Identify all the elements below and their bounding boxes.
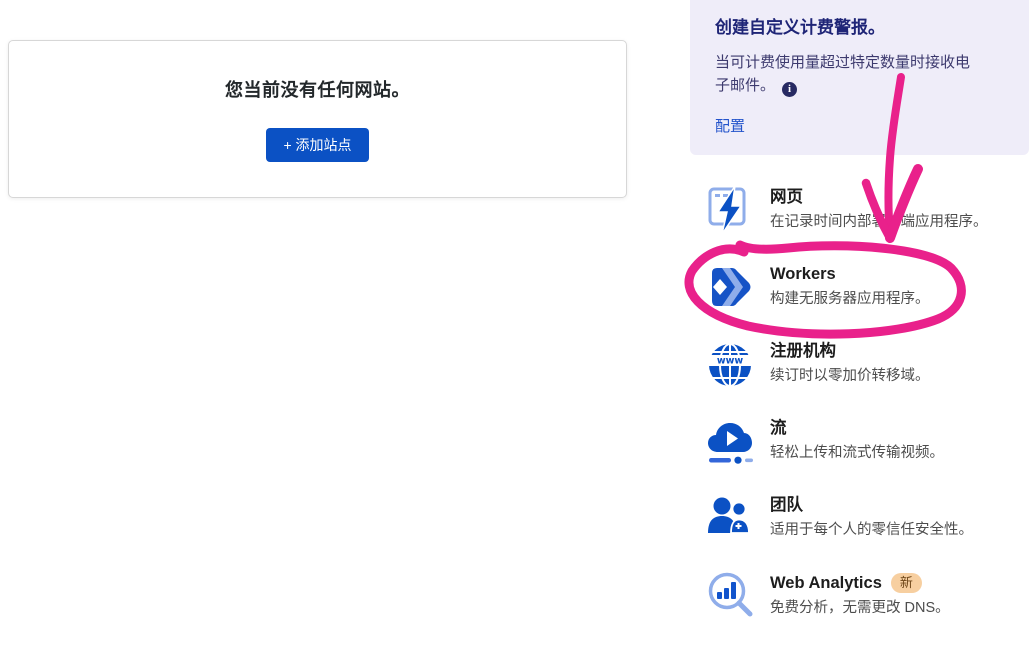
product-title-label: 注册机构 [770, 342, 836, 361]
products-sidebar: 创建自定义计费警报。 当可计费使用量超过特定数量时接收电子邮件。i 配置 网页在… [690, 0, 1029, 647]
workers-icon [705, 262, 755, 312]
product-title: Workers [770, 265, 930, 284]
teams-people-icon [705, 493, 755, 543]
new-badge: 新 [891, 573, 922, 593]
product-text: 流轻松上传和流式传输视频。 [770, 416, 944, 466]
sidebar-item-web-analytics[interactable]: Web Analytics 新免费分析，无需更改 DNS。 [705, 570, 1029, 620]
sidebar-item-workers[interactable]: Workers 构建无服务器应用程序。 [705, 262, 1029, 312]
billing-alert-text: 当可计费使用量超过特定数量时接收电子邮件。 [715, 54, 970, 94]
product-title-label: 网页 [770, 188, 803, 207]
sidebar-item-stream[interactable]: 流轻松上传和流式传输视频。 [705, 416, 1029, 466]
registrar-globe-icon: www [705, 339, 755, 389]
svg-text:www: www [717, 356, 744, 367]
product-title: 团队 [770, 496, 973, 515]
product-text: 团队适用于每个人的零信任安全性。 [770, 493, 973, 543]
product-text: 注册机构续订时以零加价转移域。 [770, 339, 930, 389]
product-title-label: 流 [770, 419, 787, 438]
product-text: Web Analytics 新免费分析，无需更改 DNS。 [770, 570, 950, 620]
billing-configure-link[interactable]: 配置 [715, 115, 745, 136]
product-title: 流 [770, 419, 944, 438]
product-description: 轻松上传和流式传输视频。 [770, 444, 944, 463]
pages-lightning-icon [705, 185, 755, 235]
product-title-label: Web Analytics [770, 574, 882, 593]
product-description: 适用于每个人的零信任安全性。 [770, 521, 973, 540]
product-text: 网页在记录时间内部署前端应用程序。 [770, 185, 988, 235]
product-text: Workers 构建无服务器应用程序。 [770, 262, 930, 312]
stream-cloud-play-icon [705, 416, 755, 466]
add-site-button[interactable]: + 添加站点 [266, 128, 368, 162]
product-title: 网页 [770, 188, 988, 207]
product-description: 在记录时间内部署前端应用程序。 [770, 213, 988, 232]
product-list: 网页在记录时间内部署前端应用程序。 Workers 构建无服务器应用程序。 www… [690, 185, 1029, 620]
billing-alert-card: 创建自定义计费警报。 当可计费使用量超过特定数量时接收电子邮件。i 配置 [690, 0, 1029, 155]
billing-alert-title: 创建自定义计费警报。 [715, 13, 1011, 38]
product-title: 注册机构 [770, 342, 930, 361]
web-analytics-magnifier-icon [705, 570, 755, 620]
billing-alert-description: 当可计费使用量超过特定数量时接收电子邮件。i [715, 51, 977, 98]
product-description: 免费分析，无需更改 DNS。 [770, 599, 950, 618]
no-sites-message: 您当前没有任何网站。 [225, 76, 410, 102]
product-description: 构建无服务器应用程序。 [770, 290, 930, 309]
sidebar-item-pages[interactable]: 网页在记录时间内部署前端应用程序。 [705, 185, 1029, 235]
sidebar-item-registrar[interactable]: www 注册机构续订时以零加价转移域。 [705, 339, 1029, 389]
product-description: 续订时以零加价转移域。 [770, 367, 930, 386]
product-title-label: Workers [770, 265, 836, 284]
product-title: Web Analytics 新 [770, 573, 950, 593]
product-title-label: 团队 [770, 496, 803, 515]
no-sites-card: 您当前没有任何网站。 + 添加站点 [8, 40, 627, 198]
sidebar-item-teams[interactable]: 团队适用于每个人的零信任安全性。 [705, 493, 1029, 543]
info-icon[interactable]: i [782, 82, 797, 97]
